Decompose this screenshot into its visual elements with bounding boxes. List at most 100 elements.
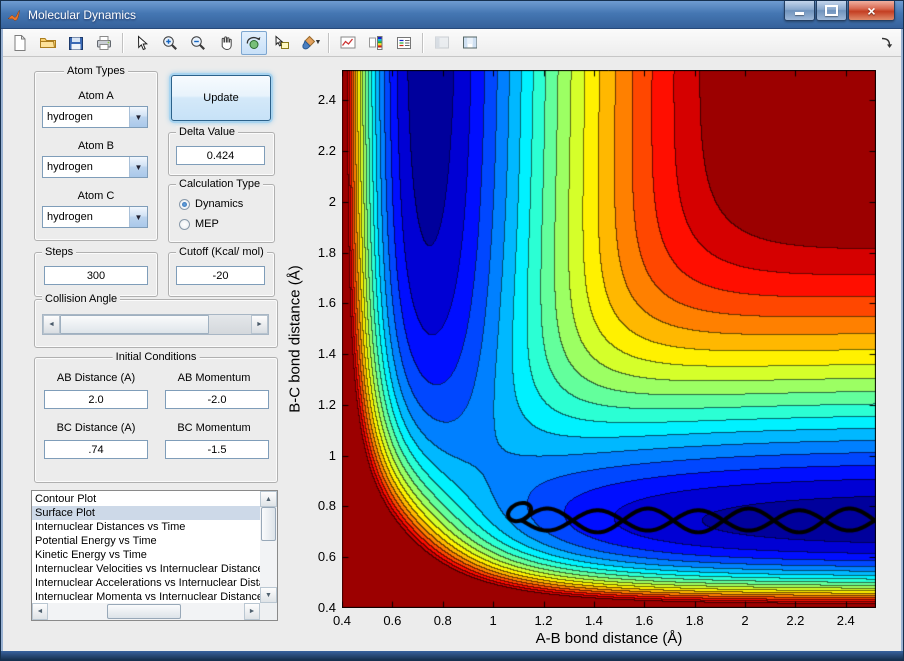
print-icon[interactable]	[91, 31, 117, 55]
rotate-3d-icon[interactable]	[241, 30, 267, 55]
chevron-down-icon: ▼	[129, 107, 147, 127]
dynamics-radio-label: Dynamics	[195, 198, 244, 210]
dropdown-caret-icon: ▼	[314, 39, 322, 46]
plot-list-item[interactable]: Kinetic Energy vs Time	[32, 548, 260, 562]
hscroll-thumb[interactable]	[106, 604, 182, 619]
delta-value-input[interactable]	[176, 146, 265, 165]
y-tick-label: 1	[328, 447, 336, 463]
x-tick-label: 2.4	[836, 613, 855, 628]
plot-area: A-B bond distance (Å) B-C bond distance …	[287, 70, 876, 647]
ab-momentum-input[interactable]	[165, 390, 269, 409]
toolbar-separator	[122, 32, 124, 53]
new-file-icon[interactable]	[7, 31, 33, 55]
minimize-button[interactable]	[784, 1, 815, 21]
panel-title: Delta Value	[176, 126, 239, 139]
plot-list-item[interactable]: Internuclear Distances vs Time	[32, 520, 260, 534]
plot-list-items: Contour Plot Surface Plot Internuclear Dis…	[32, 492, 260, 603]
hide-plot-tools-icon	[429, 31, 455, 55]
x-tick-label: 0.6	[383, 613, 402, 628]
y-tick-label: 1.4	[317, 346, 336, 362]
minimize-icon	[795, 12, 804, 15]
slider-track[interactable]	[60, 315, 251, 334]
atom-types-panel: Atom Types Atom A hydrogen ▼ Atom B hydr…	[34, 65, 158, 241]
y-tick-label: 0.8	[317, 498, 336, 514]
vscroll-track[interactable]	[260, 507, 277, 587]
scroll-left-icon[interactable]: ◄	[32, 603, 48, 620]
data-cursor-icon[interactable]	[269, 31, 295, 55]
atom-b-select[interactable]: hydrogen ▼	[42, 156, 148, 178]
close-button[interactable]: ×	[848, 1, 895, 21]
panel-title: Cutoff (Kcal/ mol)	[176, 246, 267, 259]
x-tick-label: 1.8	[685, 613, 704, 628]
listbox-vertical-scrollbar[interactable]: ▲ ▼	[260, 491, 277, 603]
atom-b-label: Atom B	[77, 140, 115, 152]
radio-unselected-icon	[179, 218, 190, 230]
scroll-down-icon[interactable]: ▼	[260, 587, 277, 603]
steps-input[interactable]	[44, 266, 148, 285]
vscroll-thumb[interactable]	[261, 507, 276, 541]
colorbar-icon[interactable]	[363, 31, 389, 55]
scroll-right-icon[interactable]: ►	[244, 603, 260, 620]
open-folder-icon[interactable]	[35, 31, 61, 55]
collision-angle-slider[interactable]: ◄ ►	[42, 314, 269, 335]
x-tick-label: 2.2	[786, 613, 805, 628]
plot-list-item[interactable]: Contour Plot	[32, 492, 260, 506]
collision-angle-panel: Collision Angle ◄ ►	[34, 293, 278, 348]
panel-title: Atom Types	[64, 65, 128, 78]
ab-distance-input[interactable]	[44, 390, 148, 409]
y-axis-label: B-C bond distance (Å)	[286, 265, 304, 413]
mep-radio[interactable]: MEP	[179, 217, 219, 231]
steps-panel: Steps	[34, 246, 158, 297]
y-tick-label: 2.2	[317, 143, 336, 159]
y-tick-label: 1.8	[317, 244, 336, 260]
pes-contour-canvas[interactable]	[342, 70, 876, 608]
maximize-button[interactable]	[816, 1, 847, 21]
slider-thumb[interactable]	[60, 315, 209, 334]
x-tick-label: 1	[489, 613, 497, 628]
dynamics-radio[interactable]: Dynamics	[179, 197, 243, 211]
bc-distance-label: BC Distance (A)	[56, 422, 136, 434]
cutoff-input[interactable]	[176, 266, 265, 285]
calculation-type-panel: Calculation Type Dynamics MEP	[168, 178, 275, 243]
atom-c-select[interactable]: hydrogen ▼	[42, 206, 148, 228]
plot-list-item[interactable]: Surface Plot	[32, 506, 260, 520]
x-tick-label: 2	[741, 613, 749, 628]
plot-list-item[interactable]: Potential Energy vs Time	[32, 534, 260, 548]
toolbar: ▼	[1, 29, 903, 57]
edit-plot-arrow-icon[interactable]	[129, 31, 155, 55]
plot-list-item[interactable]: Internuclear Accelerations vs Internucle…	[32, 576, 260, 590]
bc-momentum-label: BC Momentum	[177, 422, 251, 434]
atom-a-label: Atom A	[78, 90, 114, 102]
x-tick-label: 1.2	[534, 613, 553, 628]
pan-hand-icon[interactable]	[213, 31, 239, 55]
slider-right-arrow-icon[interactable]: ►	[251, 315, 268, 334]
window-frame-left	[1, 29, 3, 651]
bc-distance-input[interactable]	[44, 440, 148, 459]
bc-momentum-input[interactable]	[165, 440, 269, 459]
zoom-out-icon[interactable]	[185, 31, 211, 55]
matlab-icon	[7, 7, 23, 23]
panel-title: Collision Angle	[42, 293, 121, 306]
listbox-horizontal-scrollbar[interactable]: ◄ ►	[32, 603, 260, 620]
link-plot-icon[interactable]	[335, 31, 361, 55]
plot-type-listbox: Contour Plot Surface Plot Internuclear Dis…	[31, 490, 278, 621]
zoom-in-icon[interactable]	[157, 31, 183, 55]
window-frame-bottom	[1, 651, 903, 660]
y-tick-label: 2	[328, 193, 336, 209]
brush-icon[interactable]: ▼	[297, 31, 323, 55]
slider-left-arrow-icon[interactable]: ◄	[43, 315, 60, 334]
scroll-up-icon[interactable]: ▲	[260, 491, 277, 507]
save-icon[interactable]	[63, 31, 89, 55]
hscroll-track[interactable]	[48, 603, 244, 620]
delta-value-panel: Delta Value	[168, 126, 275, 176]
show-plot-tools-icon[interactable]	[457, 31, 483, 55]
atom-a-select[interactable]: hydrogen ▼	[42, 106, 148, 128]
update-button[interactable]: Update	[171, 75, 271, 121]
plot-list-item[interactable]: Internuclear Momenta vs Internuclear Dis…	[32, 590, 260, 603]
window-frame-right	[901, 29, 903, 651]
legend-icon[interactable]	[391, 31, 417, 55]
plot-list-item[interactable]: Internuclear Velocities vs Internuclear …	[32, 562, 260, 576]
dock-figure-icon[interactable]	[877, 31, 897, 55]
panel-title: Steps	[42, 246, 77, 259]
application-window: Molecular Dynamics × ▼ Atom Types Atom A…	[0, 0, 904, 661]
